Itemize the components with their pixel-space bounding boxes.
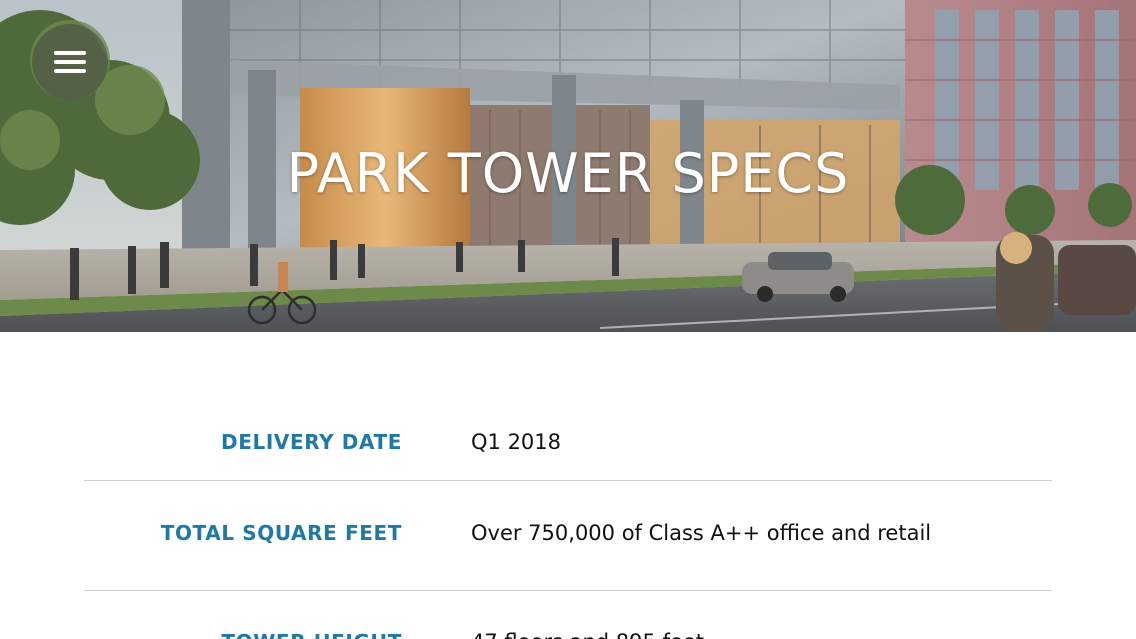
hero-banner: PARK TOWER SPECS <box>0 0 1136 332</box>
spec-label: DELIVERY DATE <box>221 430 402 454</box>
menu-button[interactable] <box>32 24 108 100</box>
spec-label: TOTAL SQUARE FEET <box>160 521 402 545</box>
spec-label: TOWER HEIGHT <box>84 630 402 639</box>
page: PARK TOWER SPECS DELIVERY DATE Q1 2018 T… <box>0 0 1136 639</box>
spec-value: Q1 2018 <box>471 430 562 454</box>
divider <box>84 480 1052 481</box>
divider <box>84 590 1052 591</box>
specs-table: DELIVERY DATE Q1 2018 TOTAL SQUARE FEET … <box>0 332 1136 639</box>
spec-value: 47 floors and 895 feet <box>471 630 704 639</box>
spec-value: Over 750,000 of Class A++ office and ret… <box>471 521 932 545</box>
page-title: PARK TOWER SPECS <box>286 142 850 205</box>
